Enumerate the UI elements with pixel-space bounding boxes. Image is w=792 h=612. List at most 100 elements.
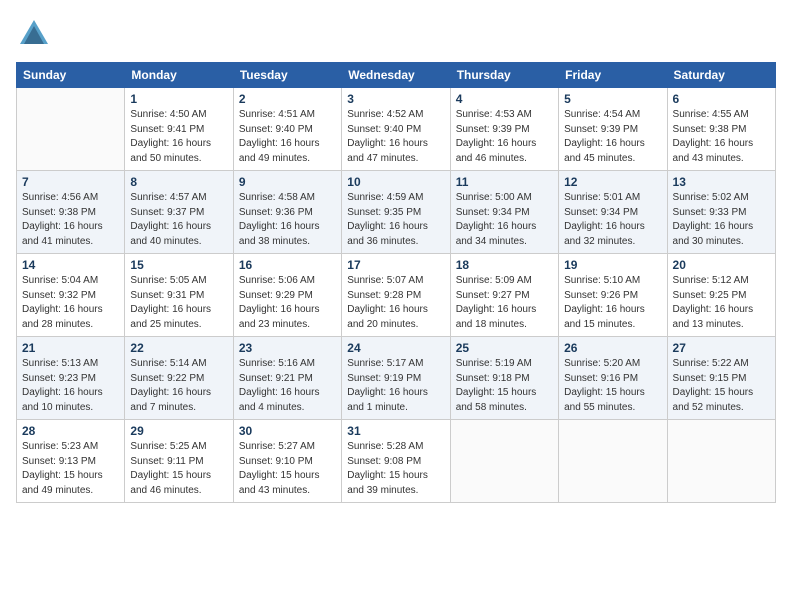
calendar-cell: 30 Sunrise: 5:27 AMSunset: 9:10 PMDayligh… [233,420,341,503]
day-info: Sunrise: 5:05 AM Sunset: 9:31 PM Daylight:… [130,274,227,332]
day-number: 1 [130,92,227,106]
calendar-cell: 22Sunrise: 5:14 AMSunset: 9:22 PMDayligh… [125,337,233,420]
daylight-text: Daylight: 16 hours and 50 minutes. [130,138,211,164]
daylight-text: Daylight: 16 hours and 43 minutes. [673,138,754,164]
day-number: 28 [22,424,119,438]
day-number: 29 [130,424,227,438]
day-number: 31 [347,424,444,438]
sunrise-text: Sunrise: 5:09 AM [456,275,532,286]
weekday-header-monday: Monday [125,63,233,88]
day-info: Sunrise: 5:22 AMSunset: 9:15 PMDaylight:… [673,357,770,415]
sunrise-text: Sunrise: 4:57 AM [130,192,206,203]
weekday-header-saturday: Saturday [667,63,775,88]
sunset-text: Sunset: 9:32 PM [22,290,96,301]
day-info: Sunrise: 4:54 AMSunset: 9:39 PMDaylight:… [564,108,661,166]
daylight-text: Daylight: 16 hours and 32 minutes. [564,221,645,247]
calendar-cell: 15Sunrise: 5:05 AMSunset: 9:31 PMDayligh… [125,254,233,337]
day-number: 8 [130,175,227,189]
sunset-text: Sunset: 9:18 PM [456,373,530,384]
daylight-text: Daylight: 16 hours and 38 minutes. [239,221,320,247]
sunset-text: Sunset: 9:33 PM [673,207,747,218]
day-info: Sunrise: 5:19 AMSunset: 9:18 PMDaylight:… [456,357,553,415]
sunset-text: Sunset: 9:28 PM [347,290,421,301]
sunset-text: Sunset: 9:15 PM [673,373,747,384]
day-number: 20 [673,258,770,272]
daylight-text: Daylight: 16 hours and 25 minutes. [130,304,211,330]
calendar-cell: 18 Sunrise: 5:09 AMSunset: 9:27 PMDayligh… [450,254,558,337]
weekday-header-wednesday: Wednesday [342,63,450,88]
day-info: Sunrise: 5:00 AMSunset: 9:34 PMDaylight:… [456,191,553,249]
day-info: Sunrise: 5:20 AMSunset: 9:16 PMDaylight:… [564,357,661,415]
day-number: 5 [564,92,661,106]
sunrise-text: Sunrise: 4:54 AM [564,109,640,120]
day-number: 30 [239,424,336,438]
calendar-cell: 8Sunrise: 4:57 AMSunset: 9:37 PMDaylight… [125,171,233,254]
calendar-cell [17,88,125,171]
daylight-text: Daylight: 16 hours and 41 minutes. [22,221,103,247]
calendar-cell: 5 Sunrise: 4:54 AMSunset: 9:39 PMDaylight… [559,88,667,171]
sunset-text: Sunset: 9:31 PM [130,290,204,301]
day-info: Sunrise: 5:04 AMSunset: 9:32 PMDaylight:… [22,274,119,332]
daylight-text: Daylight: 16 hours and 49 minutes. [239,138,320,164]
calendar-cell: 2Sunrise: 4:51 AMSunset: 9:40 PMDaylight… [233,88,341,171]
day-number: 13 [673,175,770,189]
calendar-week-row: 28Sunrise: 5:23 AMSunset: 9:13 PMDayligh… [17,420,776,503]
day-info: Sunrise: 5:25 AMSunset: 9:11 PMDaylight:… [130,440,227,498]
page-header [16,16,776,52]
sunset-text: Sunset: 9:35 PM [347,207,421,218]
sunrise-text: Sunrise: 4:53 AM [456,109,532,120]
day-number: 12 [564,175,661,189]
logo [16,16,52,52]
sunrise-text: Sunrise: 5:16 AM [239,358,315,369]
sunrise-text: Sunrise: 5:05 AM [130,275,206,286]
day-number: 21 [22,341,119,355]
day-info: Sunrise: 5:06 AMSunset: 9:29 PMDaylight:… [239,274,336,332]
calendar-cell [450,420,558,503]
calendar-cell [559,420,667,503]
day-info: Sunrise: 4:51 AMSunset: 9:40 PMDaylight:… [239,108,336,166]
day-info: Sunrise: 5:01 AMSunset: 9:34 PMDaylight:… [564,191,661,249]
day-number: 26 [564,341,661,355]
sunrise-text: Sunrise: 5:00 AM [456,192,532,203]
daylight-text: Daylight: 16 hours and 30 minutes. [673,221,754,247]
weekday-header-sunday: Sunday [17,63,125,88]
calendar-week-row: 7Sunrise: 4:56 AMSunset: 9:38 PMDaylight… [17,171,776,254]
calendar-cell: 28Sunrise: 5:23 AMSunset: 9:13 PMDayligh… [17,420,125,503]
sunrise-text: Sunrise: 5:17 AM [347,358,423,369]
day-number: 25 [456,341,553,355]
daylight-text: Daylight: 16 hours and 1 minute. [347,387,428,413]
sunset-text: Sunset: 9:23 PM [22,373,96,384]
sunset-text: Sunset: 9:22 PM [130,373,204,384]
sunrise-text: Sunrise: 5:07 AM [347,275,423,286]
day-number: 18 [456,258,553,272]
sunset-text: Sunset: 9:34 PM [564,207,638,218]
sunset-text: Sunset: 9:36 PM [239,207,313,218]
sunset-text: Sunset: 9:34 PM [456,207,530,218]
sunset-text: Sunset: 9:40 PM [239,124,313,135]
sunrise-text: Sunrise: 5:12 AM [673,275,749,286]
calendar-cell: 23Sunrise: 5:16 AMSunset: 9:21 PMDayligh… [233,337,341,420]
calendar-cell: 11Sunrise: 5:00 AMSunset: 9:34 PMDayligh… [450,171,558,254]
day-number: 16 [239,258,336,272]
calendar-cell: 19Sunrise: 5:10 AMSunset: 9:26 PMDayligh… [559,254,667,337]
sunrise-text: Sunrise: 4:55 AM [673,109,749,120]
sunset-text: Sunset: 9:40 PM [347,124,421,135]
day-number: 9 [239,175,336,189]
sunrise-text: Sunrise: 5:06 AM [239,275,315,286]
daylight-text: Daylight: 15 hours and 55 minutes. [564,387,645,413]
day-info: Sunrise: 5:27 AMSunset: 9:10 PMDaylight:… [239,440,336,498]
day-number: 14 [22,258,119,272]
daylight-text: Daylight: 16 hours and 13 minutes. [673,304,754,330]
weekday-header-thursday: Thursday [450,63,558,88]
sunrise-text: Sunrise: 5:14 AM [130,358,206,369]
sunrise-text: Sunrise: 4:56 AM [22,192,98,203]
weekday-header-friday: Friday [559,63,667,88]
calendar-header-row: SundayMondayTuesdayWednesdayThursdayFrid… [17,63,776,88]
sunset-text: Sunset: 9:08 PM [347,456,421,467]
day-number: 22 [130,341,227,355]
daylight-text: Daylight: 16 hours and 23 minutes. [239,304,320,330]
calendar-cell: 25 Sunrise: 5:19 AMSunset: 9:18 PMDayligh… [450,337,558,420]
day-info: Sunrise: 5:09 AMSunset: 9:27 PMDaylight:… [456,274,553,332]
sunrise-text: Sunrise: 5:23 AM [22,441,98,452]
calendar-cell: 29 Sunrise: 5:25 AMSunset: 9:11 PMDayligh… [125,420,233,503]
